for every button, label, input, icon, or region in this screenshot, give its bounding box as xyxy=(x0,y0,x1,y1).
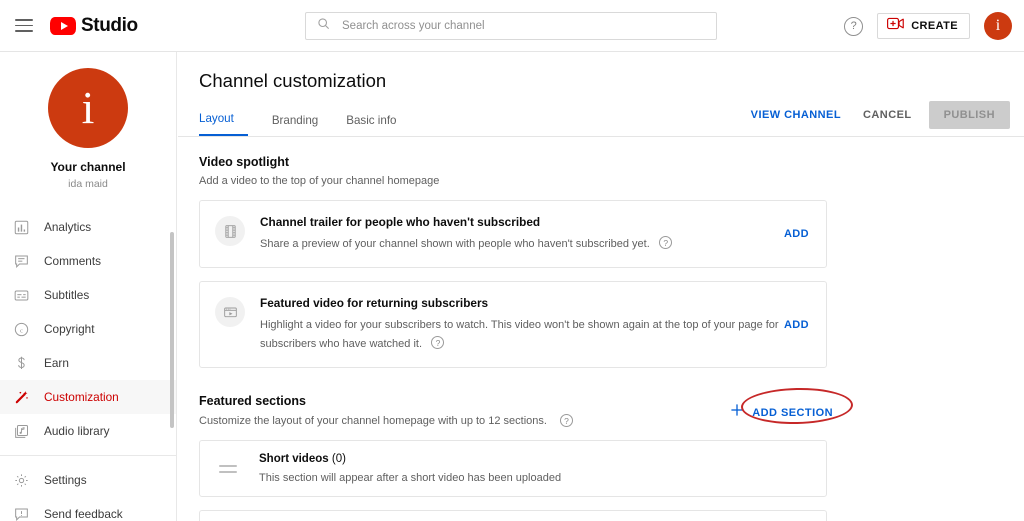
channel-trailer-card[interactable]: Channel trailer for people who haven't s… xyxy=(199,200,827,269)
create-button[interactable]: CREATE xyxy=(877,13,970,39)
help-question-icon[interactable]: ? xyxy=(659,236,673,250)
featured-video-card[interactable]: Featured video for returning subscribers… xyxy=(199,281,827,369)
sidebar: i Your channel ida maid Analytics Commen… xyxy=(0,52,177,521)
sidebar-item-send-feedback[interactable]: Send feedback xyxy=(0,497,176,521)
add-section-button[interactable]: ADD SECTION xyxy=(722,398,841,427)
add-trailer-button[interactable]: ADD xyxy=(784,228,809,240)
music-note-icon xyxy=(13,423,30,440)
sidebar-item-copyright[interactable]: c Copyright xyxy=(0,312,176,346)
hamburger-menu-icon[interactable] xyxy=(12,14,36,38)
featured-sections-subheading: Customize the layout of your channel hom… xyxy=(199,414,547,427)
card-title: Featured video for returning subscribers xyxy=(260,296,489,311)
svg-text:c: c xyxy=(20,327,23,334)
sidebar-item-label: Analytics xyxy=(44,220,92,234)
search-input[interactable] xyxy=(342,20,716,32)
hamburger-line xyxy=(15,18,33,21)
tab-basic-info[interactable]: Basic info xyxy=(332,114,410,136)
sidebar-item-customization[interactable]: Customization xyxy=(0,380,176,414)
top-header: Studio ? CREATE i xyxy=(0,0,1024,52)
page-actions: VIEW CHANNEL CANCEL PUBLISH xyxy=(740,101,1010,129)
card-description: Share a preview of your channel shown wi… xyxy=(260,238,650,250)
film-strip-icon xyxy=(215,216,245,246)
help-question-icon[interactable]: ? xyxy=(431,336,445,350)
hamburger-line xyxy=(15,30,33,33)
view-channel-button[interactable]: VIEW CHANNEL xyxy=(740,102,852,128)
section-body: Short videos (0) This section will appea… xyxy=(259,453,561,484)
search-bar[interactable] xyxy=(305,12,717,40)
video-spotlight-heading: Video spotlight xyxy=(199,155,290,169)
featured-sections-header: Featured sections Customize the layout o… xyxy=(199,386,854,428)
sidebar-item-label: Send feedback xyxy=(44,507,123,521)
play-triangle xyxy=(60,21,68,30)
layout-content: Video spotlight Add a video to the top o… xyxy=(178,137,1024,521)
card-description: Highlight a video for your subscribers t… xyxy=(260,319,779,351)
drag-line xyxy=(219,470,237,473)
add-section-label: ADD SECTION xyxy=(752,406,833,419)
feedback-bubble-icon xyxy=(13,506,30,521)
magic-wand-icon xyxy=(13,389,30,406)
sidebar-item-label: Subtitles xyxy=(44,288,90,302)
sidebar-item-audio-library[interactable]: Audio library xyxy=(0,414,176,448)
avatar[interactable]: i xyxy=(984,12,1012,40)
channel-name: ida maid xyxy=(68,178,108,190)
tab-branding[interactable]: Branding xyxy=(258,114,332,136)
sidebar-divider xyxy=(0,455,176,456)
section-title: Short videos xyxy=(259,453,329,466)
sidebar-item-earn[interactable]: Earn xyxy=(0,346,176,380)
search-icon xyxy=(317,17,330,35)
sidebar-nav: Analytics Comments Subtitles c Copyright… xyxy=(0,210,176,521)
add-featured-video-button[interactable]: ADD xyxy=(784,319,809,331)
sidebar-scrollbar[interactable] xyxy=(170,232,174,428)
section-title-row: Short videos (0) xyxy=(259,453,561,465)
main-content: Channel customization Layout Branding Ba… xyxy=(178,52,1024,521)
sidebar-item-comments[interactable]: Comments xyxy=(0,244,176,278)
page-title: Channel customization xyxy=(199,70,387,91)
hamburger-line xyxy=(15,24,33,27)
section-count: (0) xyxy=(331,453,346,466)
video-spotlight-subheading: Add a video to the top of your channel h… xyxy=(199,175,440,187)
section-row-short-videos[interactable]: Short videos (0) This section will appea… xyxy=(199,440,827,498)
monitor-video-icon xyxy=(215,297,245,328)
sidebar-item-label: Comments xyxy=(44,254,102,268)
youtube-logo-icon xyxy=(50,16,76,35)
analytics-bar-chart-icon xyxy=(13,219,30,236)
tab-layout[interactable]: Layout xyxy=(199,112,248,136)
drag-handle-icon[interactable] xyxy=(219,464,237,473)
drag-line xyxy=(219,464,237,467)
help-question-icon[interactable]: ? xyxy=(559,414,573,428)
channel-block[interactable]: i Your channel ida maid xyxy=(0,52,176,190)
sidebar-item-label: Copyright xyxy=(44,322,95,336)
sidebar-item-analytics[interactable]: Analytics xyxy=(0,210,176,244)
studio-brand-logo[interactable]: Studio xyxy=(50,15,138,37)
channel-avatar[interactable]: i xyxy=(48,68,128,148)
sidebar-item-subtitles[interactable]: Subtitles xyxy=(0,278,176,312)
channel-title: Your channel xyxy=(50,160,126,174)
gear-icon xyxy=(13,472,30,489)
card-body: Channel trailer for people who haven't s… xyxy=(260,215,812,253)
section-description: This section will appear after a short v… xyxy=(259,472,562,485)
sidebar-item-settings[interactable]: Settings xyxy=(0,463,176,497)
dollar-sign-icon xyxy=(13,355,30,372)
sidebar-item-label: Customization xyxy=(44,390,119,404)
create-button-label: CREATE xyxy=(911,20,958,32)
sidebar-item-label: Settings xyxy=(44,473,87,487)
sidebar-item-label: Audio library xyxy=(44,424,110,438)
header-actions: ? CREATE i xyxy=(844,0,1012,52)
copyright-icon: c xyxy=(13,321,30,338)
card-body: Featured video for returning subscribers… xyxy=(260,296,812,353)
cancel-button[interactable]: CANCEL xyxy=(852,102,923,128)
help-question-icon[interactable]: ? xyxy=(844,16,864,36)
publish-button[interactable]: PUBLISH xyxy=(928,101,1010,129)
comment-bubble-icon xyxy=(13,253,30,270)
sidebar-item-label: Earn xyxy=(44,356,69,370)
card-title: Channel trailer for people who haven't s… xyxy=(260,215,541,229)
brand-label: Studio xyxy=(81,14,138,36)
section-row-videos[interactable]: Videos (0) This section will appear when… xyxy=(199,510,827,521)
video-plus-icon xyxy=(887,17,904,35)
subtitles-icon xyxy=(13,287,30,304)
tab-bar: Layout Branding Basic info VIEW CHANNEL … xyxy=(178,101,1024,137)
plus-icon xyxy=(730,403,744,422)
